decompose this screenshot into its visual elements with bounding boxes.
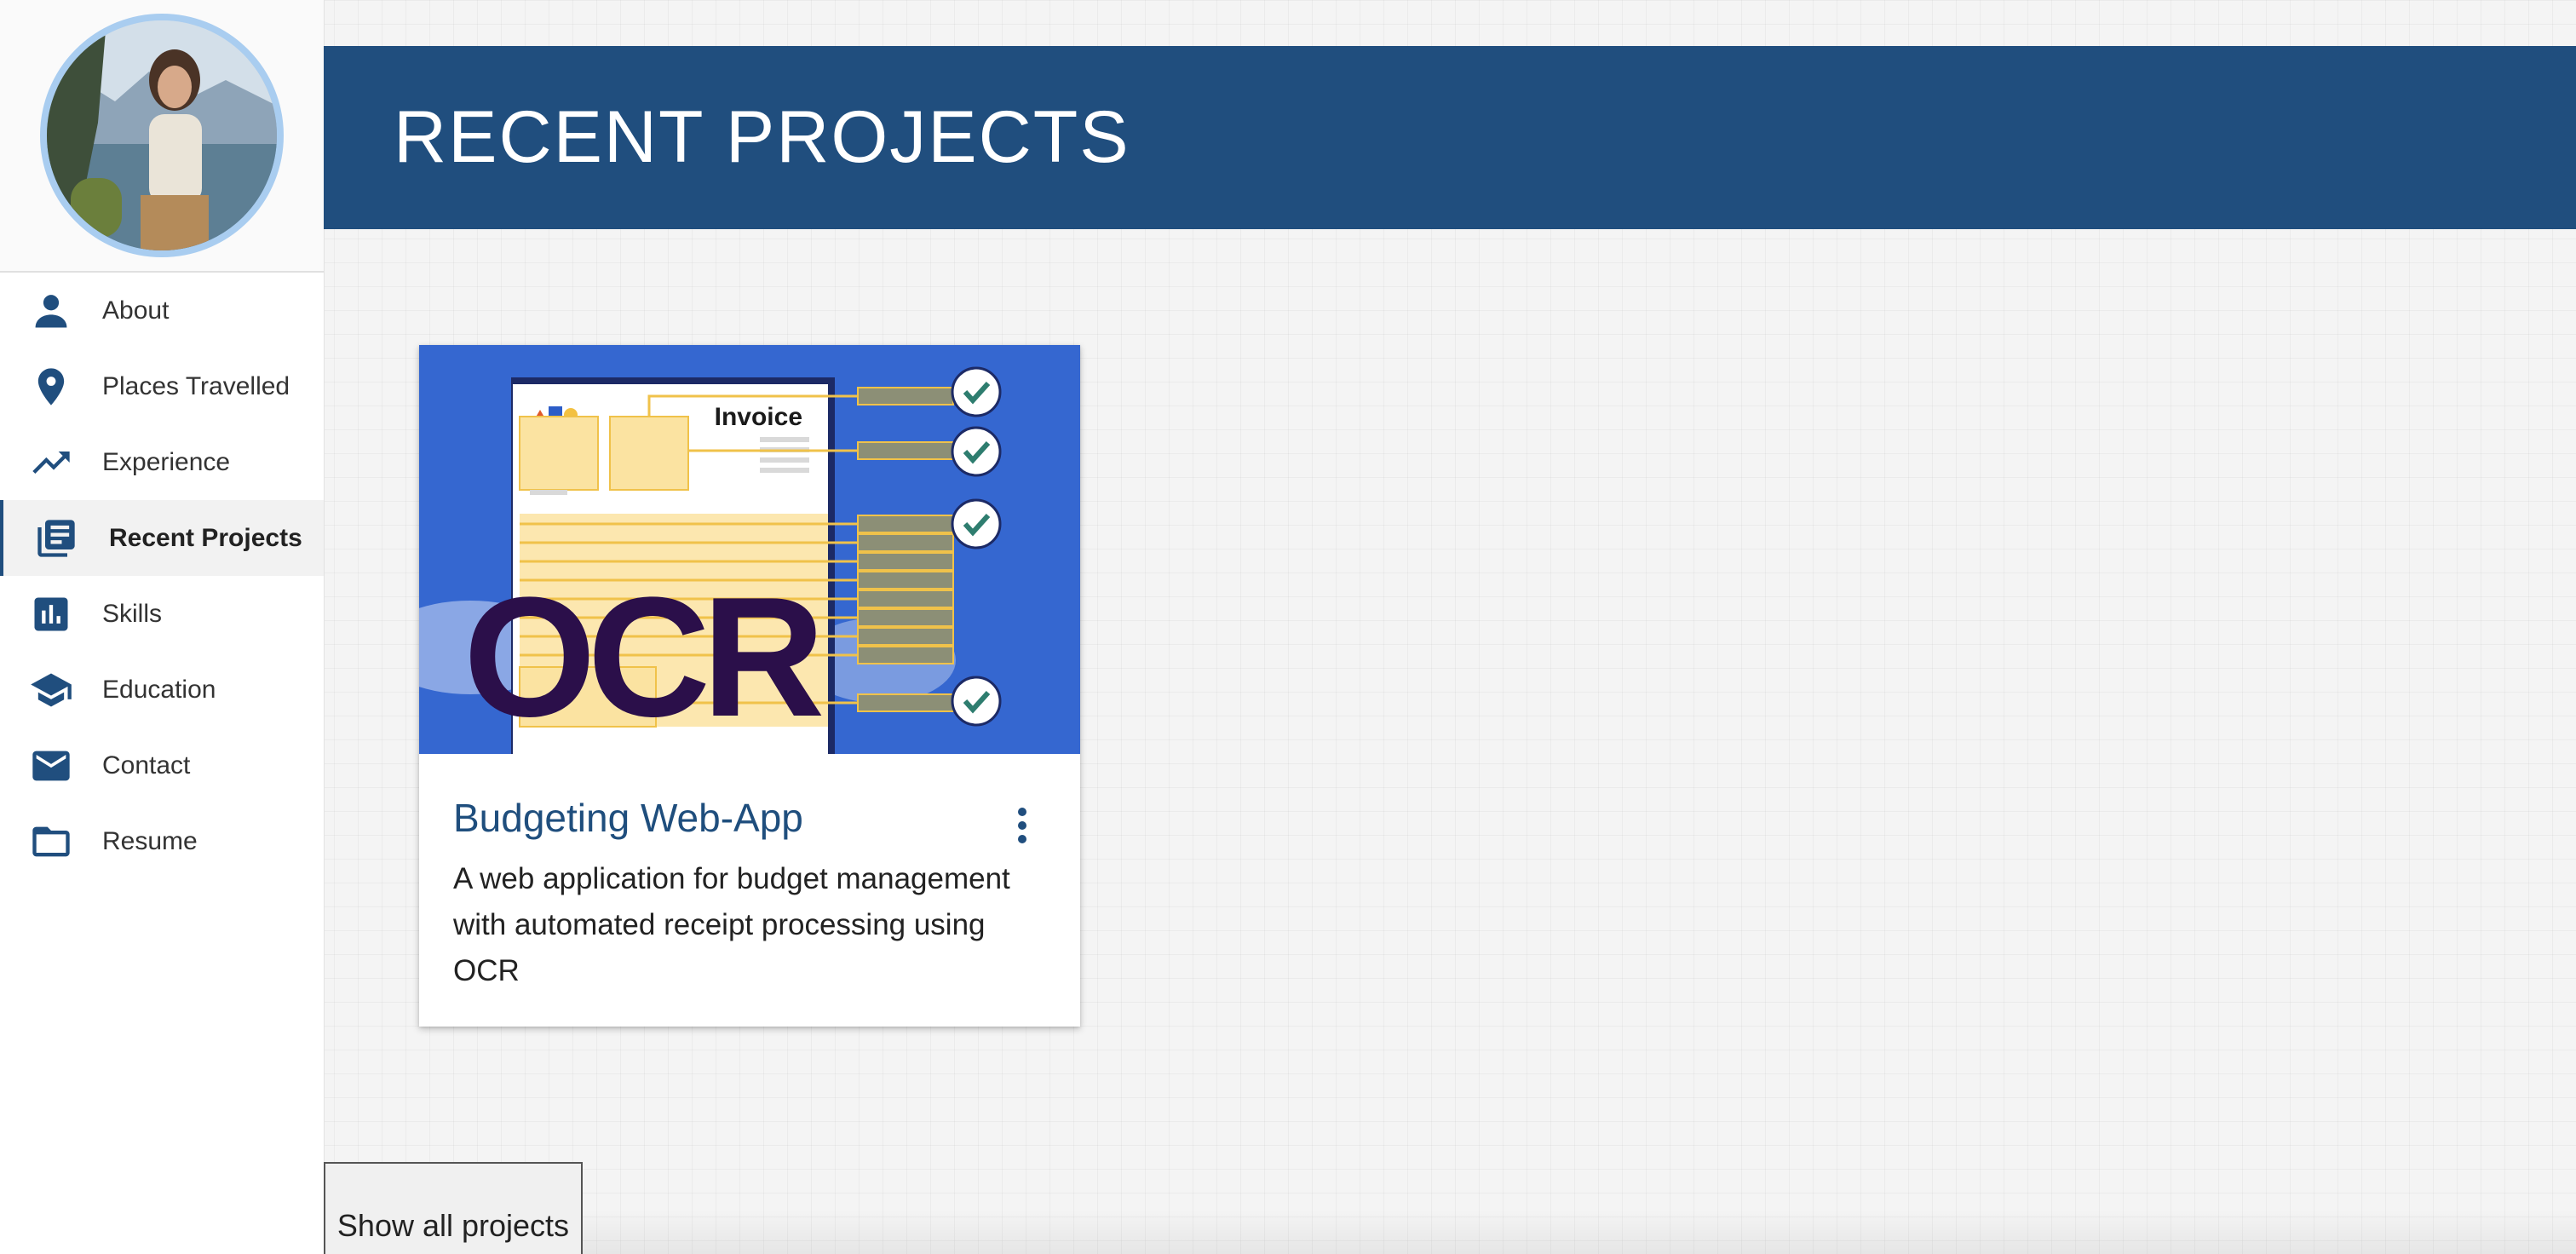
sidebar-item-about[interactable]: About <box>0 273 324 348</box>
sidebar-item-education[interactable]: Education <box>0 652 324 728</box>
project-image: Invoice OCR <box>419 345 1080 754</box>
invoice-heading: Invoice <box>715 403 802 431</box>
section-header: RECENT PROJECTS <box>324 46 2576 229</box>
sidebar-item-label: Contact <box>102 751 191 779</box>
avatar-photo <box>47 20 277 250</box>
graduation-cap-icon <box>26 668 77 712</box>
project-card[interactable]: Invoice OCR Budgeting Web-App A web appl… <box>419 345 1080 1027</box>
show-all-projects-button[interactable]: Show all projects <box>324 1162 583 1254</box>
sidebar-item-label: Recent Projects <box>109 523 302 552</box>
project-title[interactable]: Budgeting Web-App <box>453 795 803 841</box>
sidebar-nav: About Places Travelled Experience Recent… <box>0 273 324 879</box>
sidebar-item-recent-projects[interactable]: Recent Projects <box>0 500 324 576</box>
mail-icon <box>26 744 77 788</box>
person-icon <box>26 289 77 333</box>
sidebar-item-places-travelled[interactable]: Places Travelled <box>0 348 324 424</box>
location-pin-icon <box>26 365 77 409</box>
profile-area <box>0 0 324 273</box>
folder-icon <box>26 820 77 864</box>
sidebar-item-experience[interactable]: Experience <box>0 424 324 500</box>
sidebar-item-label: About <box>102 296 170 325</box>
sidebar-item-resume[interactable]: Resume <box>0 803 324 879</box>
trending-up-icon <box>26 440 77 485</box>
avatar <box>40 14 284 257</box>
bottom-fade <box>324 1210 2576 1254</box>
project-description: A web application for budget management … <box>453 862 1010 987</box>
page-title: RECENT PROJECTS <box>394 96 1130 178</box>
sidebar-item-label: Education <box>102 675 216 704</box>
bar-chart-icon <box>26 592 77 636</box>
sidebar-item-label: Skills <box>102 599 163 628</box>
sidebar-item-label: Experience <box>102 447 231 476</box>
ocr-overlay-text: OCR <box>463 562 822 752</box>
library-books-icon <box>31 516 82 561</box>
sidebar-item-skills[interactable]: Skills <box>0 576 324 652</box>
sidebar: About Places Travelled Experience Recent… <box>0 0 325 1254</box>
sidebar-item-label: Places Travelled <box>102 371 290 400</box>
sidebar-item-label: Resume <box>102 826 198 855</box>
sidebar-item-contact[interactable]: Contact <box>0 728 324 803</box>
more-vert-icon[interactable] <box>1014 803 1031 848</box>
